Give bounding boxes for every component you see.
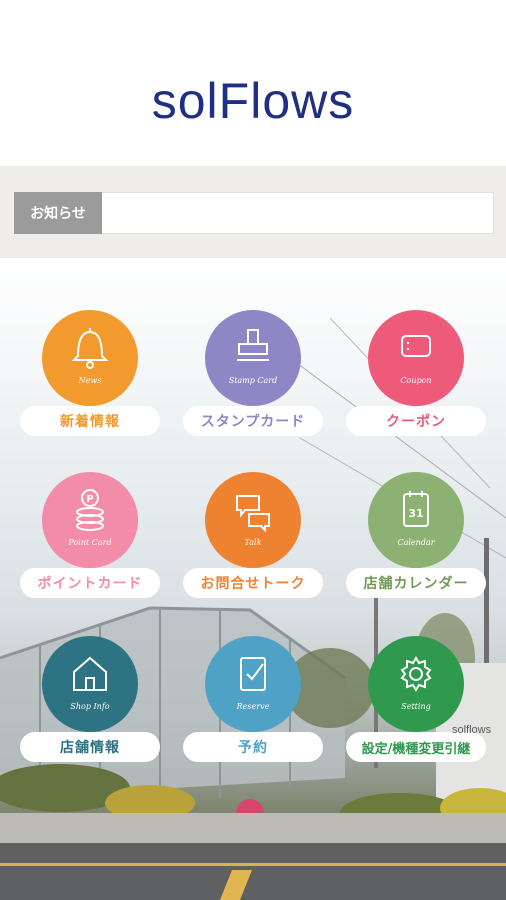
gear-icon bbox=[400, 656, 432, 692]
bell-icon bbox=[71, 328, 109, 369]
news-circle[interactable]: News bbox=[42, 310, 138, 406]
calendar-sublabel: Calendar bbox=[397, 538, 435, 547]
point-card-circle[interactable]: P Point Card bbox=[42, 472, 138, 568]
shop-info-label[interactable]: 店舗情報 bbox=[20, 732, 160, 762]
coin-stack-icon: P bbox=[76, 489, 104, 531]
stamp-card-sublabel: Stamp Card bbox=[228, 376, 278, 385]
menu-stamp-card[interactable]: Stamp Card スタンプカード bbox=[183, 310, 323, 440]
svg-text:P: P bbox=[86, 494, 93, 505]
setting-label[interactable]: 設定/機種変更引継 bbox=[346, 732, 486, 762]
stamp-card-label[interactable]: スタンプカード bbox=[183, 406, 323, 436]
setting-sublabel: Setting bbox=[401, 702, 431, 711]
reserve-circle[interactable]: Reserve bbox=[205, 636, 301, 732]
house-icon bbox=[73, 656, 107, 691]
talk-circle[interactable]: Talk bbox=[205, 472, 301, 568]
talk-sublabel: Talk bbox=[244, 538, 262, 547]
news-label[interactable]: 新着情報 bbox=[20, 406, 160, 436]
point-card-label[interactable]: ポイントカード bbox=[20, 568, 160, 598]
shop-info-circle[interactable]: Shop Info bbox=[42, 636, 138, 732]
menu-shop-info[interactable]: Shop Info 店舗情報 bbox=[20, 636, 160, 766]
checklist-icon bbox=[240, 657, 266, 691]
coupon-circle[interactable]: Coupon bbox=[368, 310, 464, 406]
calendar-circle[interactable]: 31 Calendar bbox=[368, 472, 464, 568]
setting-circle[interactable]: Setting bbox=[368, 636, 464, 732]
menu-coupon[interactable]: Coupon クーポン bbox=[346, 310, 486, 440]
menu-calendar[interactable]: 31 Calendar 店舗カレンダー bbox=[346, 472, 486, 602]
stamp-card-circle[interactable]: Stamp Card bbox=[205, 310, 301, 406]
menu-setting[interactable]: Setting 設定/機種変更引継 bbox=[346, 636, 486, 766]
coupon-label[interactable]: クーポン bbox=[346, 406, 486, 436]
app-header: solFlows bbox=[0, 0, 506, 166]
coupon-sublabel: Coupon bbox=[400, 376, 432, 385]
reserve-label[interactable]: 予約 bbox=[183, 732, 323, 762]
app-logo: solFlows bbox=[151, 73, 355, 129]
chat-icon bbox=[236, 495, 270, 532]
point-card-sublabel: Point Card bbox=[68, 538, 112, 547]
coupon-icon bbox=[401, 335, 431, 357]
stamp-icon bbox=[237, 329, 269, 361]
talk-label[interactable]: お問合せトーク bbox=[183, 568, 323, 598]
calendar-label[interactable]: 店舗カレンダー bbox=[346, 568, 486, 598]
menu-point-card[interactable]: P Point Card ポイントカード bbox=[20, 472, 160, 602]
notice-label: お知らせ bbox=[14, 192, 102, 234]
shop-info-sublabel: Shop Info bbox=[70, 702, 110, 711]
menu-reserve[interactable]: Reserve 予約 bbox=[183, 636, 323, 766]
menu-talk[interactable]: Talk お問合せトーク bbox=[183, 472, 323, 602]
shop-sign-watermark: solflows bbox=[452, 724, 492, 736]
calendar-day: 31 bbox=[408, 507, 423, 520]
news-sublabel: News bbox=[78, 376, 102, 385]
menu-news[interactable]: News 新着情報 bbox=[20, 310, 160, 440]
calendar-icon: 31 bbox=[403, 491, 429, 527]
reserve-sublabel: Reserve bbox=[236, 702, 270, 711]
